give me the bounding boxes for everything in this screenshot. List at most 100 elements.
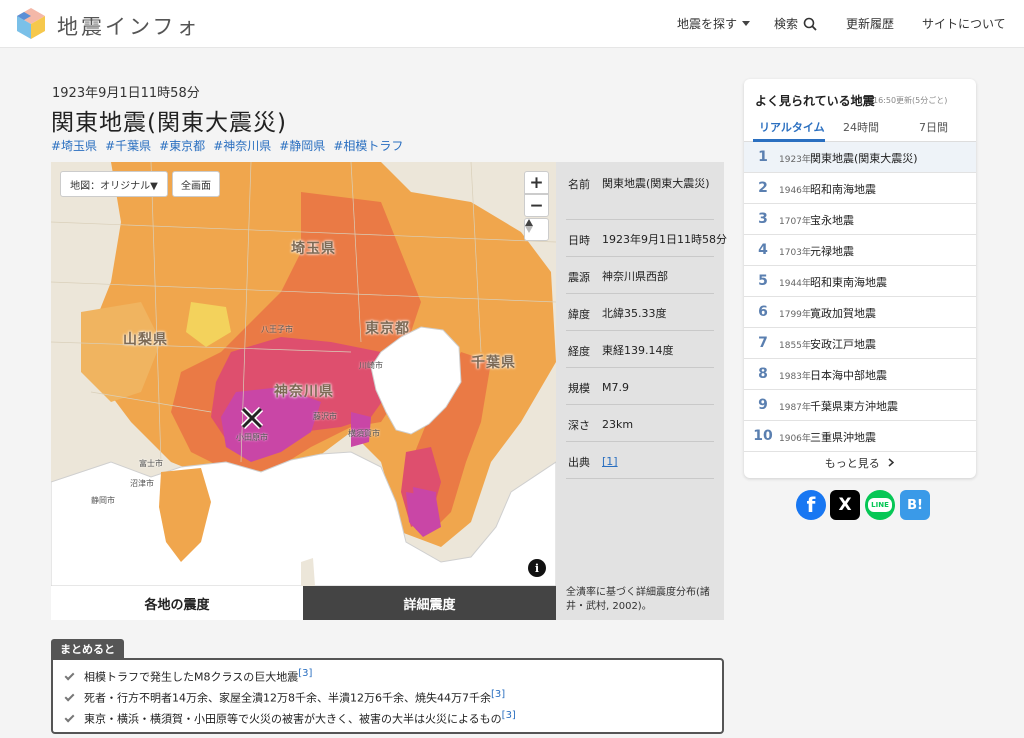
info-value-name: 関東地震(関東大震災) [602, 177, 710, 190]
map-info-icon[interactable]: i [528, 559, 546, 577]
tag-saitama[interactable]: #埼玉県 [51, 137, 97, 154]
ranking-tab-realtime[interactable]: リアルタイム [759, 119, 825, 135]
pref-label-kanagawa: 神奈川県 [274, 384, 334, 400]
ranking-number: 3 [758, 211, 768, 227]
show-more-link[interactable]: もっと見る [744, 455, 976, 471]
tag-sagami-trough[interactable]: #相模トラフ [333, 137, 403, 154]
ranking-updated: 16:50更新(5分ごと) [873, 96, 948, 105]
ranking-item[interactable]: 7 1855年 安政江戸地震 [744, 328, 976, 359]
info-row-datetime: 日時 1923年9月1日11時58分 [566, 220, 727, 257]
tab-detailed-intensity[interactable]: 詳細震度 [303, 586, 556, 620]
info-key-latitude: 緯度 [568, 308, 590, 321]
pref-label-chiba: 千葉県 [471, 355, 516, 371]
ranking-number: 9 [758, 397, 768, 413]
check-icon [64, 670, 75, 681]
tag-shizuoka[interactable]: #静岡県 [279, 137, 325, 154]
pref-label-saitama: 埼玉県 [291, 241, 336, 257]
ranking-tab-7d[interactable]: 7日間 [919, 119, 948, 135]
epicenter-marker-icon[interactable] [240, 406, 264, 430]
ranking-year: 1906年 [779, 434, 811, 444]
map-caption: 全潰率に基づく詳細震度分布(諸井・武村, 2002)。 [566, 587, 710, 612]
info-value-datetime: 1923年9月1日11時58分 [602, 233, 727, 246]
check-icon [64, 712, 75, 723]
x-share-glyph: X [838, 495, 852, 515]
summary-ref-link[interactable]: [3] [491, 689, 505, 700]
ranking-number: 6 [758, 304, 768, 320]
summary-item-text: 東京・横浜・横須賀・小田原等で火災の被害が大きく、被害の大半は火災によるもの [84, 712, 502, 726]
nav-about[interactable]: サイトについて [922, 15, 1006, 32]
caret-down-icon [742, 21, 751, 26]
summary-item-text: 相模トラフで発生したM8クラスの巨大地震 [84, 670, 299, 684]
pref-label-tokyo: 東京都 [365, 321, 410, 337]
zoom-in-button[interactable]: + [524, 171, 549, 194]
ranking-year: 1923年 [779, 155, 811, 165]
ranking-number: 4 [758, 242, 768, 258]
ranking-name: 日本海中部地震 [810, 369, 887, 382]
tag-chiba[interactable]: #千葉県 [105, 137, 151, 154]
ranking-name: 三重県沖地震 [810, 431, 876, 444]
check-icon [64, 691, 75, 702]
ranking-item[interactable]: 6 1799年 寛政加賀地震 [744, 297, 976, 328]
ranking-item[interactable]: 1 1923年 関東地震(関東大震災) [744, 142, 976, 173]
summary-ref-link[interactable]: [3] [502, 710, 516, 721]
ranking-number: 8 [758, 366, 768, 382]
ranking-title: よく見られている地震 [755, 94, 875, 108]
facebook-share-icon[interactable]: f [796, 490, 826, 520]
ranking-item[interactable]: 4 1703年 元禄地震 [744, 235, 976, 266]
ranking-item[interactable]: 2 1946年 昭和南海地震 [744, 173, 976, 204]
nav-search[interactable]: 検索 [774, 15, 817, 32]
city-label-fuji: 富士市 [139, 459, 163, 468]
ranking-item[interactable]: 9 1987年 千葉県東方沖地震 [744, 390, 976, 421]
map-type-select[interactable]: 地図：オリジナル▼ [60, 171, 168, 197]
x-share-icon[interactable]: X [830, 490, 860, 520]
page-title: 関東地震(関東大震災) [51, 110, 287, 136]
info-value-source-link[interactable]: [1] [602, 452, 618, 471]
nav-search-quake[interactable]: 地震を探す [677, 15, 751, 32]
ranking-name: 安政江戸地震 [810, 338, 876, 351]
info-value-longitude: 東経139.14度 [602, 344, 674, 357]
intensity-map[interactable]: 埼玉県 山梨県 東京都 神奈川県 千葉県 八王子市 川崎市 藤沢市 小田原市 横… [51, 162, 556, 586]
site-logo-icon[interactable] [15, 6, 47, 40]
city-label-odawara: 小田原市 [236, 433, 268, 442]
compass-north-button[interactable] [524, 218, 549, 241]
ranking-tab-24h[interactable]: 24時間 [843, 119, 879, 135]
ranking-year: 1944年 [779, 279, 811, 289]
ranking-number: 10 [753, 428, 773, 444]
ranking-item[interactable]: 3 1707年 宝永地震 [744, 204, 976, 235]
summary-item: 東京・横浜・横須賀・小田原等で火災の被害が大きく、被害の大半は火災によるもの[3… [64, 710, 516, 727]
ranking-name: 昭和南海地震 [810, 183, 876, 196]
ranking-name: 千葉県東方沖地震 [810, 400, 898, 413]
city-label-hachioji: 八王子市 [261, 325, 293, 334]
ranking-name: 寛政加賀地震 [810, 307, 876, 320]
info-value-epicenter: 神奈川県西部 [602, 270, 668, 283]
ranking-item[interactable]: 5 1944年 昭和東南海地震 [744, 266, 976, 297]
fullscreen-button[interactable]: 全画面 [172, 171, 220, 197]
ranking-name: 昭和東南海地震 [810, 276, 887, 289]
info-value-magnitude: M7.9 [602, 381, 629, 394]
summary-ref-link[interactable]: [3] [298, 668, 312, 679]
tag-list: #埼玉県 #千葉県 #東京都 #神奈川県 #静岡県 #相模トラフ [51, 137, 403, 154]
zoom-out-button[interactable]: − [524, 194, 549, 217]
info-key-longitude: 経度 [568, 345, 590, 358]
ranking-name: 関東地震(関東大震災) [810, 152, 918, 165]
info-row-name: 名前 関東地震(関東大震災) [566, 172, 714, 220]
tab-regional-intensity[interactable]: 各地の震度 [51, 586, 303, 620]
intensity-map-canvas[interactable] [51, 162, 556, 586]
tag-kanagawa[interactable]: #神奈川県 [213, 137, 271, 154]
info-key-name: 名前 [568, 178, 590, 191]
hatena-bookmark-icon[interactable]: B! [900, 490, 930, 520]
info-row-epicenter: 震源 神奈川県西部 [566, 257, 714, 294]
north-arrow-icon [525, 219, 533, 233]
city-label-numazu: 沼津市 [130, 479, 154, 488]
ranking-item[interactable]: 8 1983年 日本海中部地震 [744, 359, 976, 390]
summary-item: 相模トラフで発生したM8クラスの巨大地震[3] [64, 668, 312, 685]
tag-tokyo[interactable]: #東京都 [159, 137, 205, 154]
ranking-item[interactable]: 10 1906年 三重県沖地震 [744, 421, 976, 452]
chevron-right-icon [888, 458, 895, 467]
ranking-number: 5 [758, 273, 768, 289]
city-label-fujisawa: 藤沢市 [313, 412, 337, 421]
line-share-icon[interactable]: LINE [865, 490, 895, 520]
site-brand[interactable]: 地震インフォ [57, 11, 200, 41]
info-row-latitude: 緯度 北緯35.33度 [566, 294, 714, 331]
nav-history[interactable]: 更新履歴 [846, 15, 894, 32]
